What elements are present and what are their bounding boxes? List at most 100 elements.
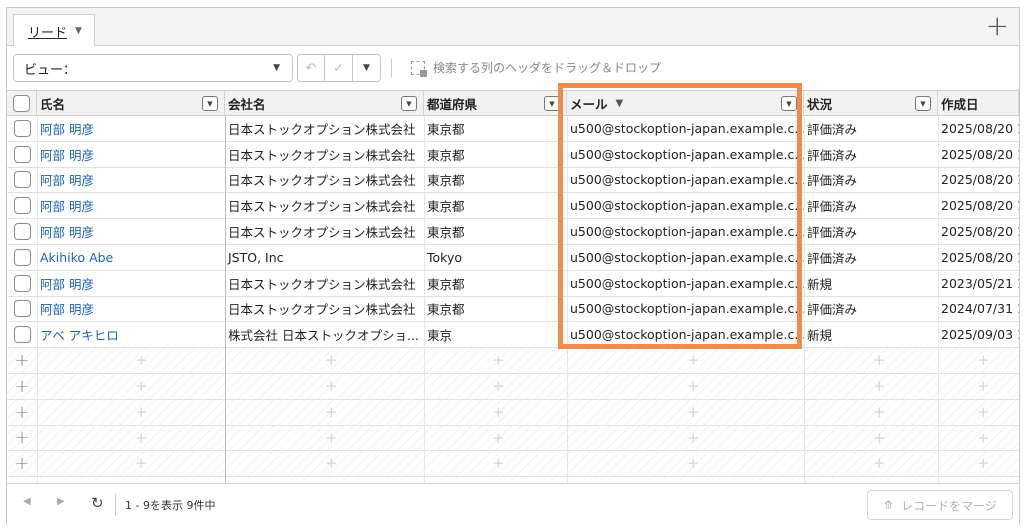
next-page-icon[interactable]: ▶ <box>57 496 65 507</box>
add-row-icon[interactable]: + <box>7 400 37 425</box>
refresh-icon[interactable]: ↻ <box>91 494 104 512</box>
add-row-icon[interactable]: + <box>7 426 37 451</box>
placeholder-plus-icon: + <box>977 377 990 395</box>
new-record-row[interactable]: + + + + + + + <box>7 451 1019 478</box>
new-record-row[interactable]: + + + + + + + <box>7 348 1019 374</box>
row-checkbox[interactable] <box>13 119 31 137</box>
column-header-prefecture[interactable]: 都道府県 ▼ <box>424 91 567 115</box>
placeholder-plus-icon: + <box>135 454 148 473</box>
column-header-email[interactable]: メール ▼ ▼ <box>567 91 804 115</box>
group-drop-zone[interactable]: 検索する列のヘッダをドラッグ＆ドロップ <box>411 59 662 77</box>
record-count: 1 - 9を表示 9件中 <box>125 499 216 512</box>
created-date-cell: 2025/08/20 1 <box>941 120 1019 136</box>
name-cell[interactable]: Akihiko Abe <box>37 245 225 270</box>
column-header-name[interactable]: 氏名 ▼ <box>37 91 225 115</box>
view-select-label: ビュー： <box>24 62 77 78</box>
table-row[interactable]: 阿部 明彦 日本ストックオプション株式会社 東京都 u500@stockoption-… <box>7 168 1019 194</box>
created-date-cell: 2025/08/20 1 <box>941 198 1019 214</box>
row-select-cell <box>7 116 37 141</box>
prefecture-cell: 東京 <box>427 328 453 344</box>
new-record-row[interactable]: + + + + + + + <box>7 374 1019 400</box>
status-cell: 評価済み <box>807 225 858 241</box>
status-cell: 新規 <box>807 276 833 292</box>
add-row-icon[interactable]: + <box>7 348 37 373</box>
name-cell[interactable]: 阿部 明彦 <box>37 219 225 244</box>
chevron-down-icon[interactable]: ▼ <box>75 26 82 36</box>
status-cell: 新規 <box>807 328 833 344</box>
prefecture-cell: 東京都 <box>427 147 465 163</box>
row-checkbox[interactable] <box>13 300 31 318</box>
row-checkbox[interactable] <box>13 145 31 163</box>
placeholder-plus-icon: + <box>873 377 886 395</box>
row-select-cell <box>7 297 37 322</box>
new-record-row[interactable]: + + + + + + + <box>7 399 1019 426</box>
row-checkbox[interactable] <box>13 171 31 189</box>
plus-icon[interactable]: + <box>986 12 1009 40</box>
name-cell[interactable]: アベ アキヒロ <box>37 322 225 347</box>
table-row[interactable]: 阿部 明彦 日本ストックオプション株式会社 東京都 u500@stockoption-… <box>7 297 1019 323</box>
add-row-icon[interactable]: + <box>7 374 37 399</box>
previous-page-icon[interactable]: ◀ <box>23 496 31 507</box>
row-select-cell <box>7 193 37 218</box>
table-row[interactable]: 阿部 明彦 日本ストックオプション株式会社 東京都 u500@stockoption-… <box>7 116 1019 142</box>
chevron-down-icon[interactable]: ▼ <box>202 96 218 111</box>
table-row[interactable]: 阿部 明彦 日本ストックオプション株式会社 東京都 u500@stockoption-… <box>7 193 1019 220</box>
drop-hint-text: 検索する列のヘッダをドラッグ＆ドロップ <box>433 61 662 75</box>
email-cell: u500@stockoption-japan.example.c... <box>570 172 804 188</box>
view-select[interactable]: ビュー： ▼ <box>13 54 293 82</box>
check-icon: ✓ <box>333 60 344 76</box>
add-row-icon[interactable]: + <box>7 451 37 476</box>
email-cell: u500@stockoption-japan.example.c... <box>570 198 804 214</box>
column-header-status[interactable]: 状況 ▼ <box>804 91 938 115</box>
table-row[interactable]: 阿部 明彦 日本ストックオプション株式会社 東京都 u500@stockoption-… <box>7 271 1019 297</box>
name-cell[interactable]: 阿部 明彦 <box>37 116 225 141</box>
row-checkbox[interactable] <box>13 326 31 344</box>
merge-button-label: レコードをマージ <box>901 498 997 513</box>
placeholder-plus-icon: + <box>687 377 700 395</box>
company-cell: 株式会社 日本ストックオプショ... <box>228 328 419 344</box>
prefecture-cell: 東京都 <box>427 302 465 318</box>
placeholder-plus-icon: + <box>135 428 148 447</box>
company-cell: 日本ストックオプション株式会社 <box>228 199 416 215</box>
undo-button[interactable]: ↶ <box>297 54 325 82</box>
column-header-company[interactable]: 会社名 ▼ <box>225 91 424 115</box>
chevron-down-icon[interactable]: ▼ <box>401 96 417 111</box>
company-cell: 日本ストックオプション株式会社 <box>228 173 416 189</box>
created-date-cell: 2025/08/20 1 <box>941 172 1019 188</box>
select-all-checkbox[interactable] <box>13 94 30 112</box>
data-grid: 氏名 ▼ 会社名 ▼ 都道府県 ▼ メール ▼ ▼ 状況 ▼ 作成日 阿部 明彦 日本ストック… <box>7 90 1019 483</box>
new-record-row[interactable]: + + + + + + + <box>7 425 1019 452</box>
table-row[interactable]: 阿部 明彦 日本ストックオプション株式会社 東京都 u500@stockoption-… <box>7 219 1019 245</box>
tab-leads[interactable]: リード ▼ <box>13 14 95 47</box>
divider <box>391 58 392 78</box>
placeholder-plus-icon: + <box>687 454 700 473</box>
row-checkbox[interactable] <box>13 197 31 215</box>
merge-records-button[interactable]: ⤊ レコードをマージ <box>867 490 1013 520</box>
placeholder-plus-icon: + <box>687 428 700 447</box>
row-select-cell <box>7 219 37 244</box>
table-row[interactable]: アベ アキヒロ 株式会社 日本ストックオプショ... 東京 u500@stockopt… <box>7 322 1019 349</box>
more-actions-button[interactable]: ▼ <box>353 54 381 82</box>
table-row[interactable]: Akihiko Abe JSTO, Inc Tokyo u500@stockoptio… <box>7 245 1019 271</box>
chevron-down-icon[interactable]: ▼ <box>915 96 931 111</box>
name-cell[interactable]: 阿部 明彦 <box>37 271 225 296</box>
row-checkbox[interactable] <box>13 223 31 241</box>
column-header-created[interactable]: 作成日 <box>938 91 1019 115</box>
email-cell: u500@stockoption-japan.example.c... <box>570 327 804 343</box>
placeholder-plus-icon: + <box>325 351 338 370</box>
prefecture-cell: Tokyo <box>427 249 462 265</box>
name-cell[interactable]: 阿部 明彦 <box>37 142 225 167</box>
email-cell: u500@stockoption-japan.example.c... <box>570 275 804 291</box>
row-checkbox[interactable] <box>13 248 31 266</box>
row-checkbox[interactable] <box>13 274 31 292</box>
confirm-button[interactable]: ✓ <box>325 54 353 82</box>
prefecture-cell: 東京都 <box>427 199 465 215</box>
name-cell[interactable]: 阿部 明彦 <box>37 193 225 218</box>
header-row: 氏名 ▼ 会社名 ▼ 都道府県 ▼ メール ▼ ▼ 状況 ▼ 作成日 <box>7 90 1019 116</box>
name-cell[interactable]: 阿部 明彦 <box>37 168 225 193</box>
chevron-down-icon[interactable]: ▼ <box>544 96 560 111</box>
name-cell[interactable]: 阿部 明彦 <box>37 297 225 322</box>
chevron-down-icon[interactable]: ▼ <box>781 96 797 111</box>
created-date-cell: 2023/05/21 1 <box>941 275 1019 291</box>
table-row[interactable]: 阿部 明彦 日本ストックオプション株式会社 東京都 u500@stockoption-… <box>7 142 1019 168</box>
